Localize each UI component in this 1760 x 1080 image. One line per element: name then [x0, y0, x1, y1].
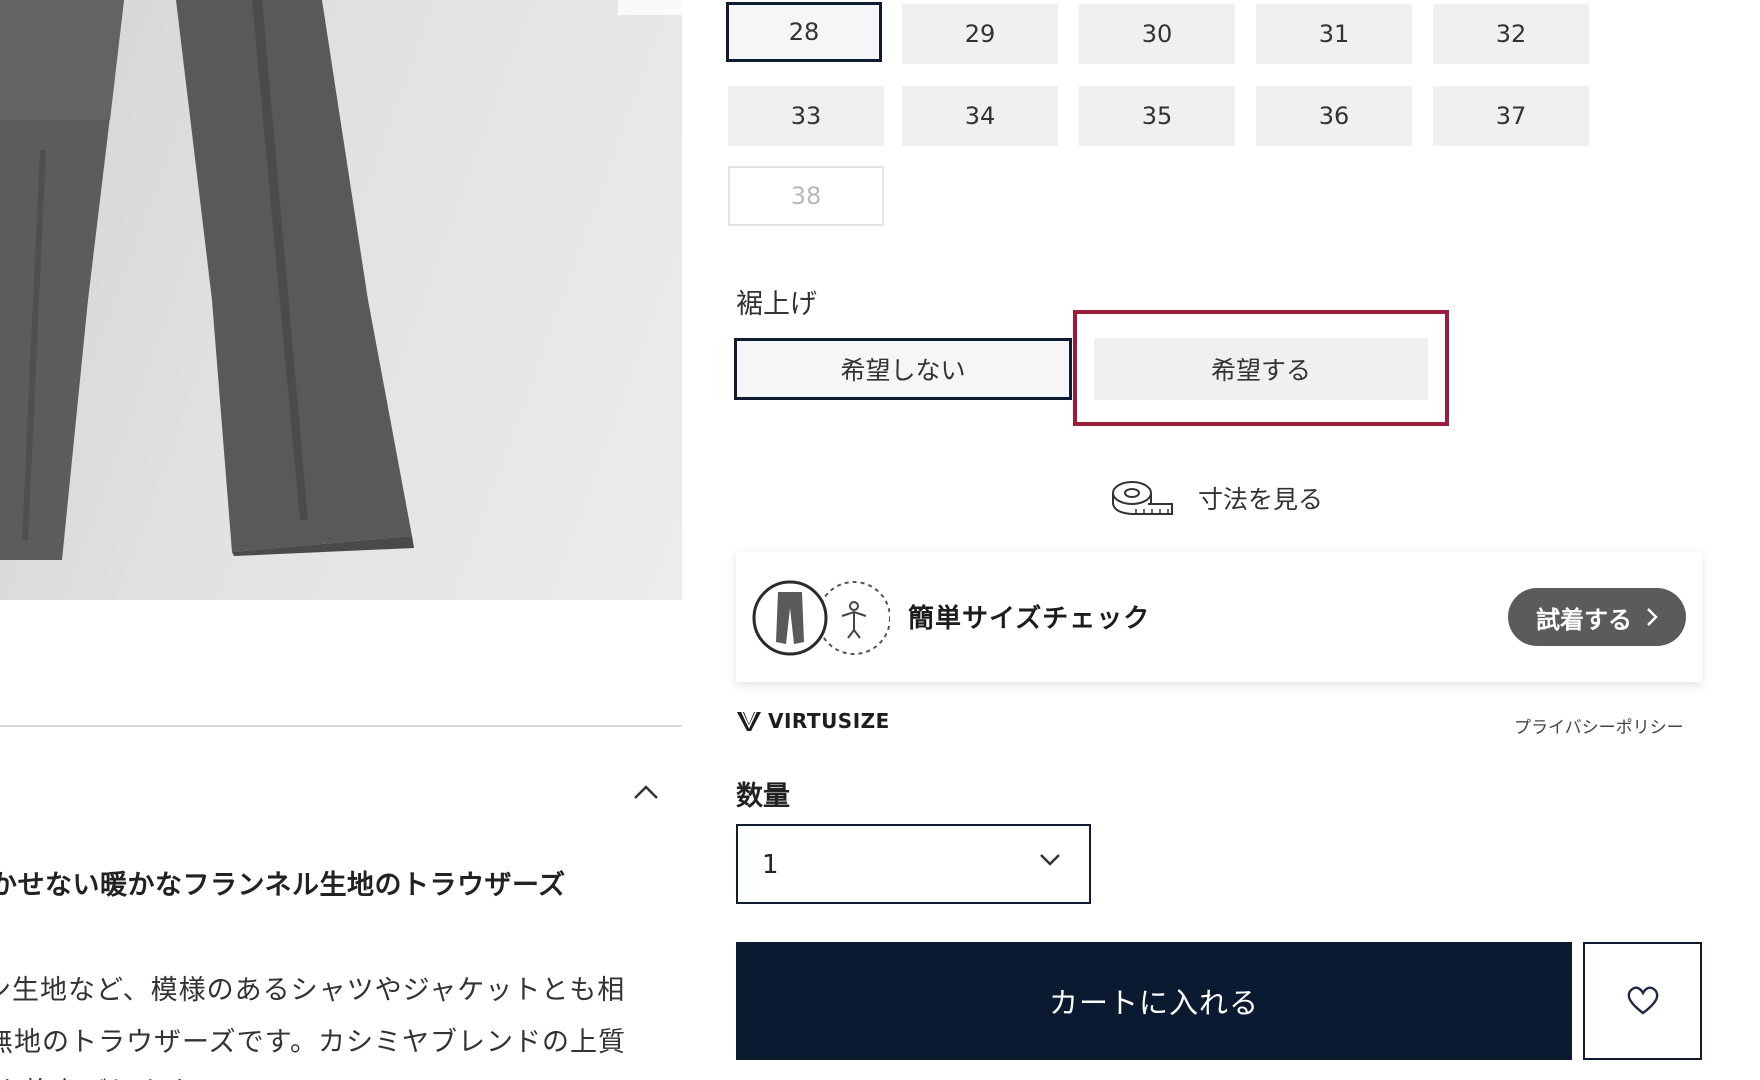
quantity-label: 数量: [736, 781, 790, 812]
size-option-35[interactable]: 35: [1079, 86, 1235, 146]
product-image: [0, 0, 682, 600]
collapse-description-button[interactable]: [630, 776, 662, 808]
virtusize-brand: VIRTUSIZE: [736, 709, 890, 733]
size-option-34[interactable]: 34: [902, 86, 1058, 146]
measurements-link-label: 寸法を見る: [1198, 485, 1324, 514]
virtusize-brand-name: VIRTUSIZE: [768, 709, 890, 733]
size-option-38[interactable]: 38: [728, 166, 884, 226]
size-option-29[interactable]: 29: [902, 4, 1058, 64]
heart-icon: [1627, 986, 1658, 1015]
size-check-widget[interactable]: 簡単サイズチェック 試着する: [736, 552, 1702, 682]
size-option-30[interactable]: 30: [1079, 4, 1235, 64]
description-line: ン生地など、模様のあるシャツやジャケットとも相: [0, 975, 626, 1006]
add-to-cart-button[interactable]: カートに入れる: [736, 942, 1572, 1060]
try-on-button[interactable]: 試着する: [1508, 588, 1686, 646]
size-option-36[interactable]: 36: [1256, 86, 1412, 146]
tape-measure-icon: [1112, 481, 1173, 515]
try-on-label: 試着する: [1536, 605, 1632, 634]
virtusize-logo-icon: [737, 711, 761, 731]
hem-option-yes[interactable]: 希望する: [1094, 338, 1428, 400]
quantity-select[interactable]: 1: [736, 824, 1091, 904]
hem-label: 裾上げ: [736, 289, 817, 320]
description-line: を格上げします。: [0, 1070, 696, 1080]
chevron-up-icon: [634, 785, 658, 799]
description-line: 無地のトラウザーズです。カシミヤブレンドの上質: [0, 1027, 626, 1058]
chevron-down-icon: [1040, 854, 1060, 866]
virtusize-fit-icons: [752, 580, 890, 656]
size-option-33[interactable]: 33: [728, 86, 884, 146]
description-heading: かせない暖かなフランネル生地のトラウザーズ: [0, 870, 566, 901]
section-divider: [0, 725, 682, 727]
chevron-right-icon: [1647, 608, 1658, 626]
size-option-32[interactable]: 32: [1433, 4, 1589, 64]
measurements-link[interactable]: 寸法を見る: [1110, 475, 1323, 521]
trousers-illustration: [0, 0, 414, 560]
size-option-31[interactable]: 31: [1256, 4, 1412, 64]
size-option-28[interactable]: 28: [726, 2, 882, 62]
image-corner: [618, 0, 682, 15]
quantity-value: 1: [762, 850, 779, 880]
privacy-policy-link[interactable]: プライバシーポリシー: [1514, 713, 1684, 738]
favorite-button[interactable]: [1583, 942, 1702, 1060]
size-check-title: 簡単サイズチェック: [908, 604, 1151, 634]
size-option-37[interactable]: 37: [1433, 86, 1589, 146]
hem-option-no[interactable]: 希望しない: [734, 338, 1072, 400]
